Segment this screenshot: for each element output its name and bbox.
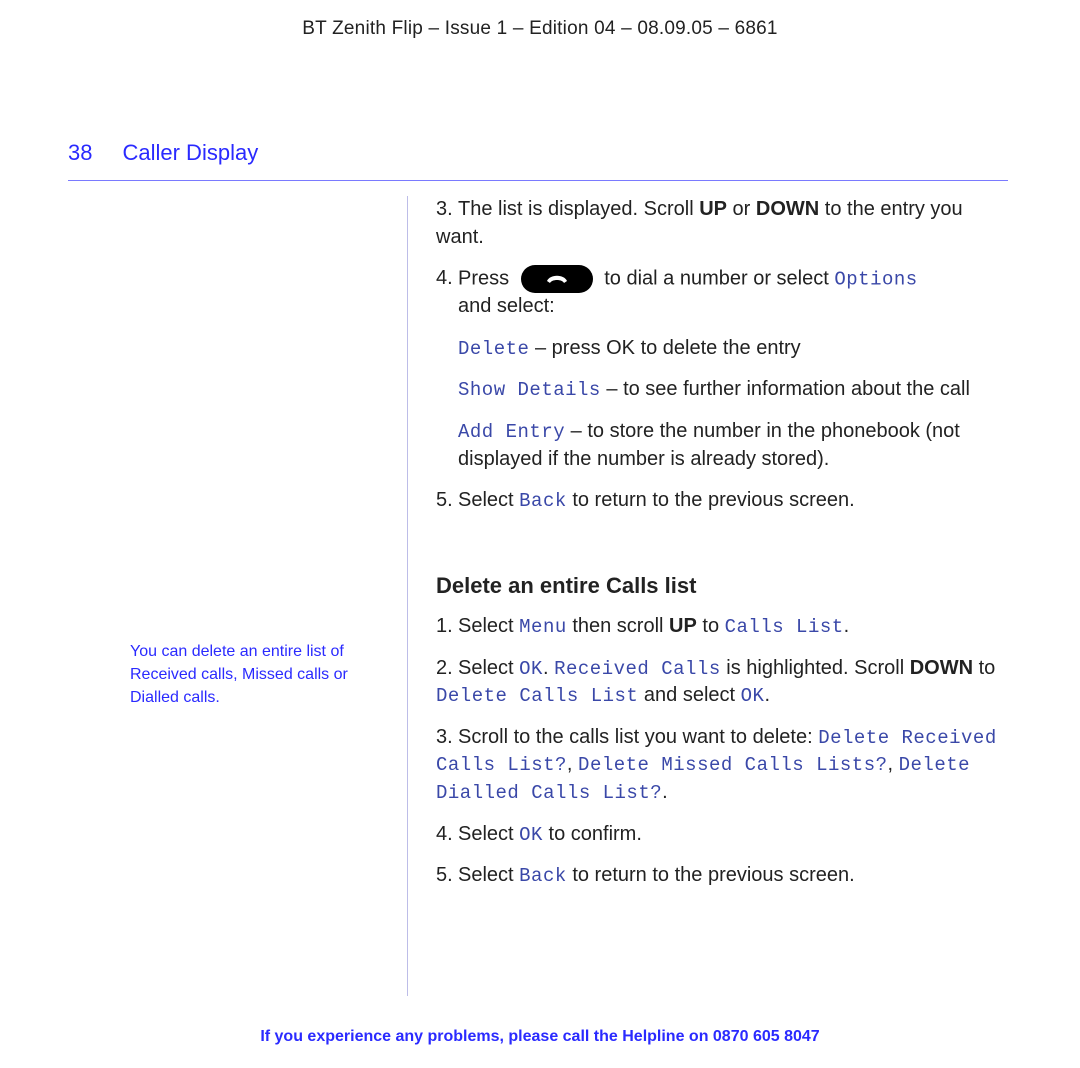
text: Select: [458, 657, 519, 679]
text: Select: [458, 864, 519, 886]
delete-missed-keyword: Delete Missed Calls Lists?: [578, 754, 887, 776]
text: .: [844, 615, 850, 637]
step-number: 5.: [436, 862, 458, 890]
ok-keyword: OK: [519, 658, 543, 680]
text: .: [662, 781, 668, 803]
delete-keyword: Delete: [458, 338, 529, 360]
delete-step-4: 4.Select OK to confirm.: [436, 821, 1008, 849]
text: is highlighted. Scroll: [721, 657, 910, 679]
text: to: [973, 657, 995, 679]
delete-step-3: 3.Scroll to the calls list you want to d…: [436, 724, 1008, 807]
text: Scroll to the calls list you want to del…: [458, 726, 818, 748]
step-number: 4.: [436, 265, 458, 293]
sidenote: You can delete an entire list of Receive…: [130, 640, 388, 710]
step-number: 3.: [436, 196, 458, 224]
show-details-keyword: Show Details: [458, 379, 601, 401]
option-delete: Delete – press OK to delete the entry: [436, 335, 1008, 363]
option-show-details: Show Details – to see further informatio…: [436, 376, 1008, 404]
delete-step-5: 5.Select Back to return to the previous …: [436, 862, 1008, 890]
text: Press: [458, 267, 515, 289]
delete-calls-list-keyword: Delete Calls List: [436, 685, 638, 707]
down-key: DOWN: [756, 198, 819, 220]
step-number: 5.: [436, 487, 458, 515]
divider: [68, 180, 1008, 181]
step-number: 3.: [436, 724, 458, 752]
text: to return to the previous screen.: [567, 864, 855, 886]
text: Select: [458, 489, 519, 511]
text: .: [543, 657, 554, 679]
step-number: 1.: [436, 613, 458, 641]
ok-keyword: OK: [741, 685, 765, 707]
text: .: [764, 684, 770, 706]
add-entry-keyword: Add Entry: [458, 421, 565, 443]
text: and select: [638, 684, 740, 706]
text: Select: [458, 615, 519, 637]
right-column: 3.The list is displayed. Scroll UP or DO…: [408, 196, 1008, 996]
up-key: UP: [669, 615, 697, 637]
call-button-icon: [521, 265, 593, 293]
footer-helpline: If you experience any problems, please c…: [0, 1028, 1080, 1046]
text: to confirm.: [543, 823, 642, 845]
text: ,: [888, 753, 899, 775]
delete-step-2: 2.Select OK. Received Calls is highlight…: [436, 655, 1008, 710]
text: ,: [567, 753, 578, 775]
text: and select:: [436, 293, 1008, 321]
helpline-number: 0870 605 8047: [713, 1028, 820, 1045]
text: Select: [458, 823, 519, 845]
down-key: DOWN: [910, 657, 973, 679]
section-title: Caller Display: [122, 140, 258, 165]
menu-keyword: Menu: [519, 616, 567, 638]
step-4: 4.Press to dial a number or select Optio…: [436, 265, 1008, 321]
text: The list is displayed. Scroll: [458, 198, 699, 220]
options-keyword: Options: [834, 268, 917, 290]
option-add-entry: Add Entry – to store the number in the p…: [436, 418, 1008, 473]
text: to dial a number or select: [599, 267, 835, 289]
step-number: 4.: [436, 821, 458, 849]
step-3: 3.The list is displayed. Scroll UP or DO…: [436, 196, 1008, 251]
back-keyword: Back: [519, 490, 567, 512]
page-number: 38: [68, 140, 92, 165]
back-keyword: Back: [519, 865, 567, 887]
document-header: BT Zenith Flip – Issue 1 – Edition 04 – …: [0, 18, 1080, 40]
calls-list-keyword: Calls List: [725, 616, 844, 638]
step-5: 5.Select Back to return to the previous …: [436, 487, 1008, 515]
text: – press OK to delete the entry: [529, 337, 800, 359]
text: – to see further information about the c…: [601, 378, 970, 400]
received-calls-keyword: Received Calls: [554, 658, 721, 680]
up-key: UP: [699, 198, 727, 220]
content-columns: You can delete an entire list of Receive…: [68, 196, 1008, 996]
footer-text: If you experience any problems, please c…: [260, 1028, 713, 1045]
left-column: You can delete an entire list of Receive…: [68, 196, 408, 996]
text: to: [697, 615, 725, 637]
text: then scroll: [567, 615, 669, 637]
section-header: 38 Caller Display: [68, 140, 1008, 166]
step-number: 2.: [436, 655, 458, 683]
manual-page: BT Zenith Flip – Issue 1 – Edition 04 – …: [0, 0, 1080, 1068]
text: or: [727, 198, 756, 220]
delete-step-1: 1.Select Menu then scroll UP to Calls Li…: [436, 613, 1008, 641]
subheading-delete-list: Delete an entire Calls list: [436, 571, 1008, 601]
text: to return to the previous screen.: [567, 489, 855, 511]
ok-keyword: OK: [519, 824, 543, 846]
